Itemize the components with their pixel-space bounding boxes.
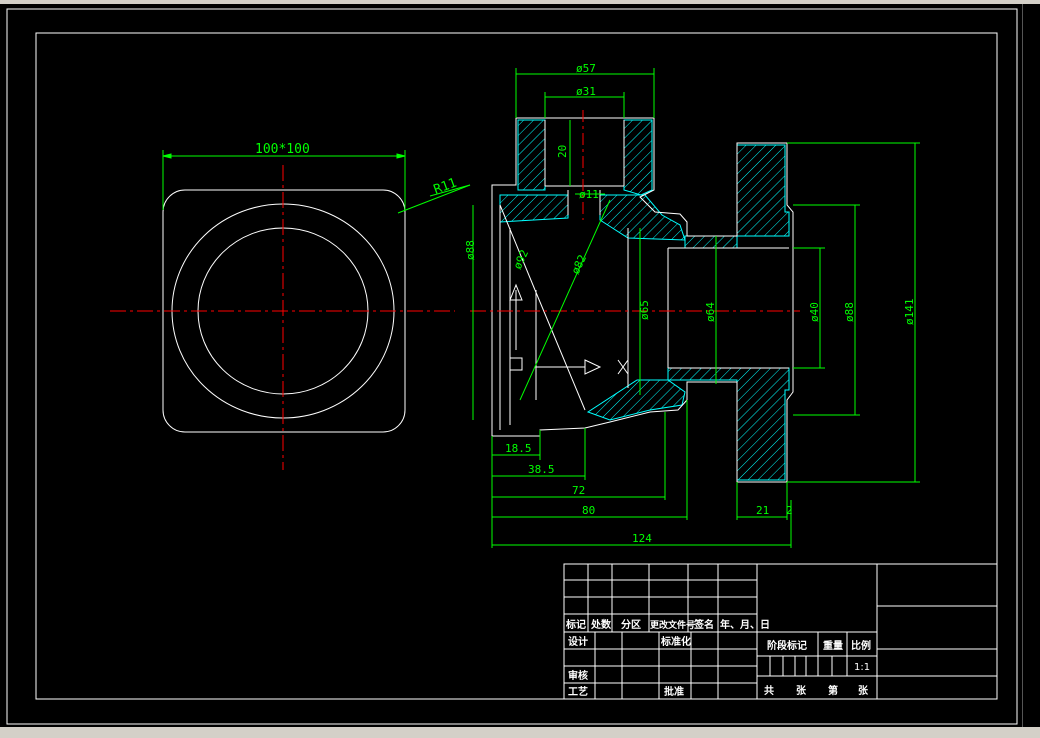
- body-top-left: [499, 194, 569, 223]
- tb-date: 年、月、日: [720, 618, 770, 631]
- tb-zone: 分区: [621, 618, 641, 631]
- dim-dia-65: ø65: [638, 300, 651, 320]
- tb-count: 处数: [590, 618, 612, 631]
- vertical-scrollbar[interactable]: [1022, 4, 1040, 728]
- tb-sign: 签名: [693, 618, 714, 631]
- up-arrow: [509, 283, 523, 350]
- tb-review: 审核: [568, 669, 588, 682]
- right-arrow: [535, 359, 602, 375]
- x-mark: [617, 359, 629, 375]
- title-block: [563, 563, 998, 700]
- tb-total: 共: [764, 684, 774, 697]
- size-label: 100*100: [255, 142, 310, 157]
- dim-len-80: 80: [582, 504, 595, 517]
- dim-len-2: 2: [786, 504, 793, 517]
- dim-dia-88-left: ø88: [464, 240, 477, 260]
- tb-process: 工艺: [568, 685, 588, 698]
- tb-sheets-2: 张: [858, 684, 869, 697]
- dim-dia-92: ø92: [511, 248, 531, 272]
- radius-label: R11: [432, 176, 459, 198]
- section-view: ø57 ø31 20 ø11 ø88 ø82 ø92 ø65 ø64 ø40 ø…: [464, 62, 920, 548]
- boss-wall-right: [623, 119, 653, 196]
- dim-dia-31: ø31: [576, 85, 596, 98]
- dim-len-18-5: 18.5: [505, 442, 532, 455]
- tb-change-doc: 更改文件号: [650, 619, 695, 631]
- dim-len-72: 72: [572, 484, 585, 497]
- tb-scale-value: 1:1: [854, 662, 870, 673]
- window-bottom-bar: [0, 727, 1040, 738]
- dim-dia-141: ø141: [903, 299, 916, 326]
- dim-len-21: 21: [756, 504, 769, 517]
- tb-approve: 批准: [664, 685, 684, 698]
- dim-dia-82: ø82: [569, 253, 589, 277]
- small-square: [509, 357, 523, 371]
- body-top-right: [599, 194, 686, 241]
- body-bottom-right: [586, 379, 686, 421]
- tb-weight: 重量: [823, 639, 843, 652]
- boss-wall-left: [517, 119, 546, 191]
- arrow-right: [396, 153, 406, 159]
- flange-lower: [667, 367, 790, 481]
- dim-dia-11: ø11: [579, 188, 599, 201]
- arrow-left: [162, 153, 172, 159]
- tb-sheets-1: 张: [796, 684, 807, 697]
- tb-scale-label: 比例: [851, 639, 871, 652]
- cad-drawing-canvas[interactable]: 100*100 R11 ø57 ø31 20 ø11 ø88 ø82 ø92 ø…: [0, 0, 1022, 727]
- dim-dia-40: ø40: [808, 302, 821, 322]
- sheet-border: [6, 8, 1018, 725]
- tb-mark: 标记: [565, 618, 586, 631]
- tb-number: 第: [828, 684, 838, 697]
- dim-dia-64: ø64: [704, 302, 717, 322]
- top-view: 100*100 R11: [110, 142, 471, 470]
- tb-stage-mark: 阶段标记: [767, 639, 807, 652]
- dim-depth-20: 20: [556, 145, 569, 158]
- tb-design: 设计: [568, 635, 588, 648]
- tb-standardize: 标准化: [660, 635, 691, 648]
- dim-dia-88-right: ø88: [843, 302, 856, 322]
- dim-dia-57: ø57: [576, 62, 596, 75]
- dim-len-38-5: 38.5: [528, 463, 555, 476]
- dim-len-124: 124: [632, 532, 652, 545]
